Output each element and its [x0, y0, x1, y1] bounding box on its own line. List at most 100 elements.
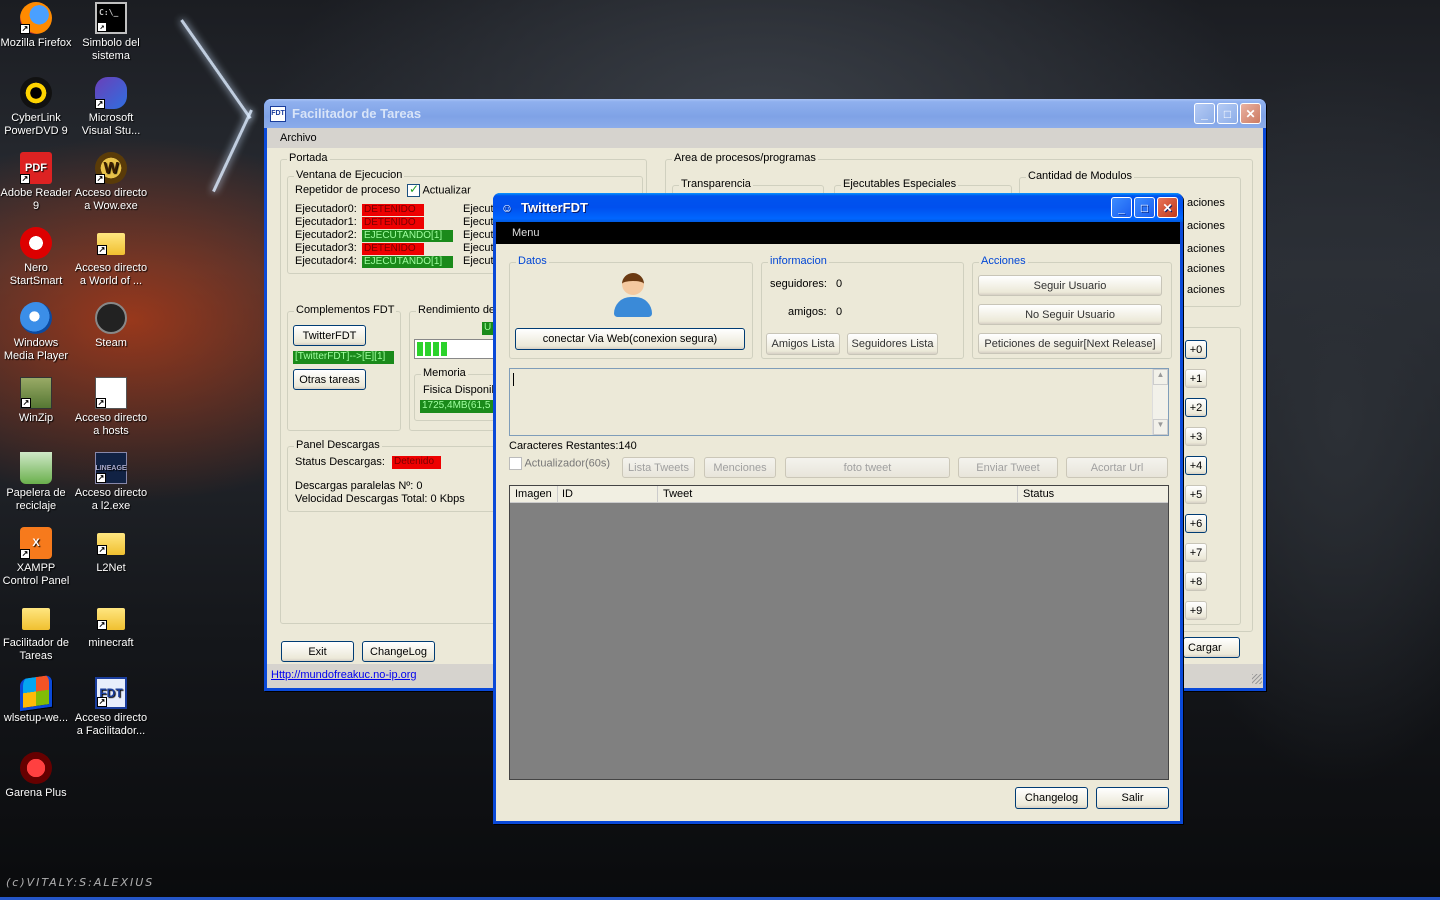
fdt-titlebar[interactable]: FDT Facilitador de Tareas _ □ ✕ [264, 99, 1266, 128]
website-link[interactable]: Http://mundofreakuc.no-ip.org [271, 669, 417, 681]
salir-button[interactable]: Salir [1096, 787, 1169, 809]
close-button[interactable]: ✕ [1157, 197, 1178, 218]
modulo-plus-button[interactable]: +1 [1185, 369, 1207, 388]
minimize-button[interactable]: _ [1194, 103, 1215, 124]
xampp-icon: X ↗ [20, 527, 52, 559]
desktop-icon[interactable]: LINEAGE ↗ Acceso directo a l2.exe [73, 452, 149, 513]
seguidores-lista-button[interactable]: Seguidores Lista [847, 333, 938, 355]
lista-tweets-button[interactable]: Lista Tweets [622, 457, 695, 478]
shortcut-arrow-icon: ↗ [96, 473, 106, 483]
modulo-plus-button[interactable]: +6 [1185, 514, 1207, 533]
modulo-plus-button[interactable]: +0 [1185, 340, 1207, 359]
actualizar-label: Actualizar [422, 184, 471, 197]
modulo-plus-button[interactable]: +5 [1185, 485, 1207, 504]
amigos-value: 0 [836, 306, 843, 318]
maximize-button[interactable]: □ [1134, 197, 1155, 218]
desktop-icon[interactable]: Nero StartSmart [0, 227, 74, 288]
desktop-icon[interactable]: FDT ↗ Acceso directo a Facilitador... [73, 677, 149, 738]
folder-icon [22, 608, 50, 630]
otras-tareas-button[interactable]: Otras tareas [293, 369, 366, 390]
desktop-icon[interactable]: Papelera de reciclaje [0, 452, 74, 513]
desktop-icon-label: Papelera de reciclaje [6, 487, 66, 512]
desktop-icon-label: Simbolo del sistema [82, 37, 140, 62]
desktop-icon[interactable]: ↗ WinZip [0, 377, 74, 425]
textarea-scrollbar[interactable]: ▲ ▼ [1152, 369, 1168, 435]
menu-archivo[interactable]: Archivo [280, 132, 317, 144]
actualizador-checkbox[interactable]: Actualizador(60s) [509, 457, 610, 470]
twitterfdt-button[interactable]: TwitterFDT [293, 325, 366, 346]
column-id[interactable]: ID [562, 488, 573, 500]
enviar-tweet-button[interactable]: Enviar Tweet [958, 457, 1058, 478]
conectar-web-button[interactable]: conectar Via Web(conexion segura) [515, 328, 745, 350]
area-procesos-title: Area de procesos/programas [672, 152, 818, 164]
column-imagen[interactable]: Imagen [515, 488, 552, 500]
desktop-icon[interactable]: Steam [73, 302, 149, 350]
scroll-down-icon[interactable]: ▼ [1153, 419, 1168, 435]
powerdvd-icon [20, 77, 52, 109]
desktop-icon[interactable]: CyberLink PowerDVD 9 [0, 77, 74, 138]
foto-tweet-button[interactable]: foto tweet [785, 457, 950, 478]
close-button[interactable]: ✕ [1240, 103, 1261, 124]
modulo-plus-button[interactable]: +4 [1185, 456, 1207, 475]
memoria-title: Memoria [421, 367, 468, 379]
amigos-lista-button[interactable]: Amigos Lista [766, 333, 840, 355]
shortcut-arrow-icon: ↗ [97, 620, 107, 630]
desktop-icon[interactable]: W ↗ Acceso directo a Wow.exe [73, 152, 149, 213]
media-player-icon [20, 302, 52, 334]
portada-title: Portada [287, 152, 330, 164]
desktop-icon[interactable]: PDF ↗ Adobe Reader 9 [0, 152, 74, 213]
steam-icon [95, 302, 127, 334]
desktop-icon[interactable]: C:\_ ↗ Simbolo del sistema [73, 2, 149, 63]
changelog-button[interactable]: Changelog [1015, 787, 1088, 809]
modulo-plus-button[interactable]: +9 [1185, 601, 1207, 620]
modulo-plus-button[interactable]: +2 [1185, 398, 1207, 417]
menu-menu[interactable]: Menu [512, 227, 540, 239]
desktop-icon[interactable]: X ↗ XAMPP Control Panel [0, 527, 74, 588]
twitter-status: [TwitterFDT]-->[E][1] [293, 351, 394, 364]
acortar-url-button[interactable]: Acortar Url [1066, 457, 1168, 478]
resize-grip-icon[interactable] [1252, 674, 1262, 684]
desktop-icon-label: WinZip [18, 412, 54, 424]
wow-icon: W ↗ [95, 152, 127, 184]
desktop-icon[interactable]: ↗ L2Net [73, 527, 149, 575]
peticiones-button[interactable]: Peticiones de seguir[Next Release] [978, 333, 1162, 354]
amigos-label: amigos: [788, 306, 827, 318]
cargar-button[interactable]: Cargar [1183, 637, 1240, 658]
modulo-plus-button[interactable]: +7 [1185, 543, 1207, 562]
desktop-icon[interactable]: ↗ minecraft [73, 602, 149, 650]
column-status[interactable]: Status [1023, 488, 1054, 500]
desktop-icon[interactable]: Garena Plus [0, 752, 74, 800]
desktop-icon[interactable]: Windows Media Player [0, 302, 74, 363]
actualizar-checkbox[interactable]: Actualizar [407, 182, 471, 197]
menciones-button[interactable]: Menciones [704, 457, 776, 478]
exit-button[interactable]: Exit [281, 641, 354, 662]
desktop-icon[interactable]: Facilitador de Tareas [0, 602, 74, 663]
desktop-icon-label: Acceso directo a l2.exe [74, 487, 148, 512]
minimize-button[interactable]: _ [1111, 197, 1132, 218]
no-seguir-usuario-button[interactable]: No Seguir Usuario [978, 304, 1162, 325]
ejecutador-label: Ejecutador2: [295, 229, 357, 241]
modulo-plus-button[interactable]: +8 [1185, 572, 1207, 591]
desktop-icon[interactable]: ↗ Microsoft Visual Stu... [73, 77, 149, 138]
desktop-icon-label: XAMPP Control Panel [2, 562, 70, 587]
table-header: Imagen ID Tweet Status [510, 486, 1168, 503]
shortcut-arrow-icon: ↗ [97, 697, 107, 707]
column-tweet[interactable]: Tweet [663, 488, 692, 500]
maximize-button[interactable]: □ [1217, 103, 1238, 124]
desktop-icon[interactable]: ↗ Acceso directo a hosts [73, 377, 149, 438]
twitter-titlebar[interactable]: ☺ TwitterFDT _ □ ✕ [493, 193, 1183, 222]
modulo-plus-button[interactable]: +3 [1185, 427, 1207, 446]
scroll-up-icon[interactable]: ▲ [1153, 369, 1168, 385]
folder-icon: ↗ [97, 608, 125, 630]
seguir-usuario-button[interactable]: Seguir Usuario [978, 275, 1162, 296]
changelog-button[interactable]: ChangeLog [362, 641, 435, 662]
shortcut-arrow-icon: ↗ [95, 174, 105, 184]
cantidad-title: Cantidad de Modulos [1026, 170, 1134, 182]
l2-icon: LINEAGE ↗ [95, 452, 127, 484]
caracteres-restantes: Caracteres Restantes:140 [509, 440, 637, 452]
desktop-icon-label: Acceso directo a hosts [74, 412, 148, 437]
desktop-icon[interactable]: ↗ Mozilla Firefox [0, 2, 74, 50]
tweet-textarea[interactable]: ▲ ▼ [509, 368, 1169, 436]
desktop-icon[interactable]: wlsetup-we... [0, 674, 74, 725]
desktop-icon[interactable]: ↗ Acceso directo a World of ... [73, 227, 149, 288]
